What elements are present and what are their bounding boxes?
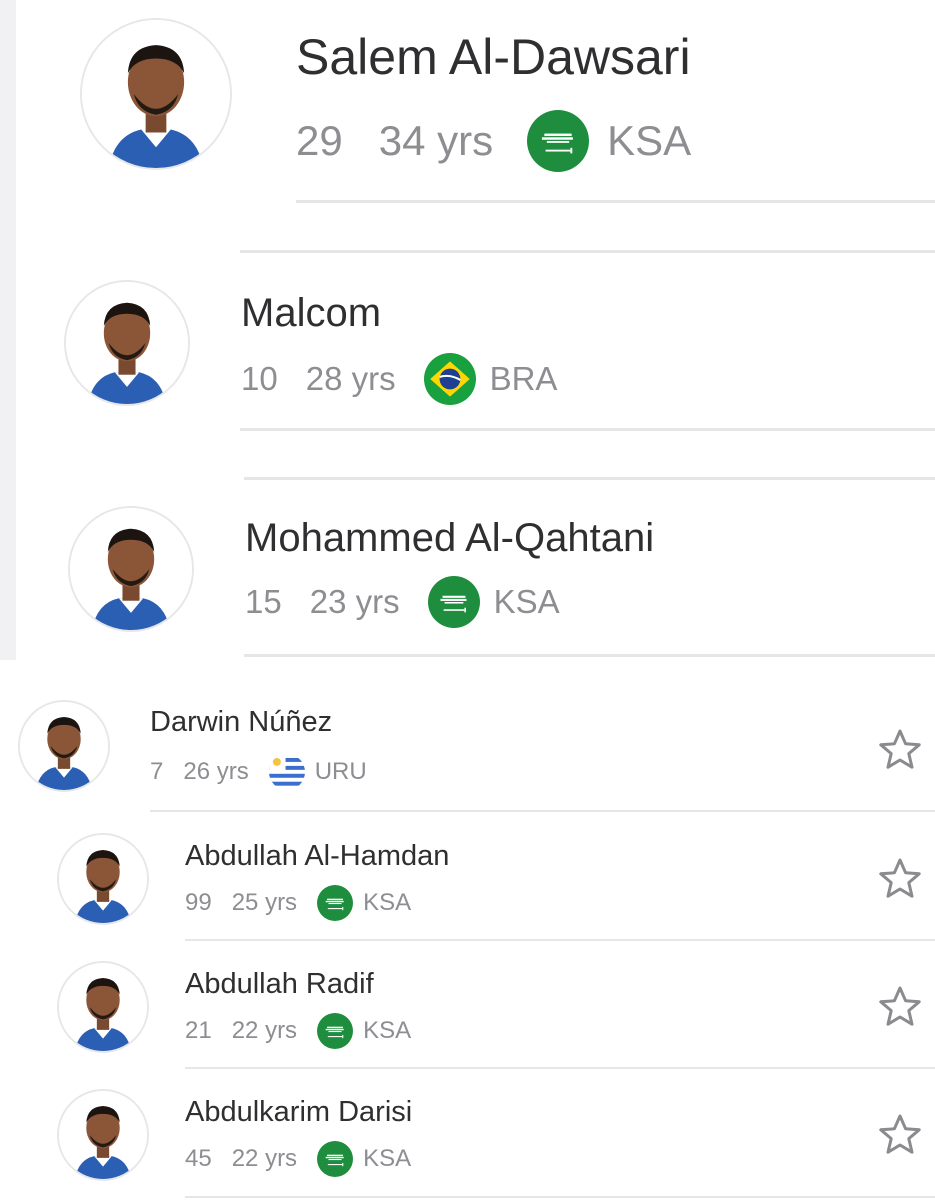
favorite-star-icon[interactable] <box>876 855 924 903</box>
player-meta: 21 22 yrs KSA <box>185 1013 411 1049</box>
uruguay-flag-icon <box>269 754 305 790</box>
player-row[interactable]: Darwin Núñez 7 26 yrs URU <box>0 680 935 810</box>
country-code: KSA <box>363 1145 412 1172</box>
player-row[interactable]: Malcom 10 28 yrs BRA <box>16 253 935 433</box>
country-code: KSA <box>607 117 692 164</box>
saudi-flag-icon <box>317 885 353 921</box>
player-name[interactable]: Darwin Núñez <box>150 706 332 739</box>
shirt-number: 45 <box>185 1145 212 1172</box>
player-meta: 15 23 yrs KSA <box>245 576 560 628</box>
row-divider <box>240 428 935 431</box>
saudi-flag-icon <box>527 110 589 172</box>
row-divider <box>244 654 935 657</box>
player-age: 34 yrs <box>378 117 494 164</box>
brazil-flag-icon <box>424 353 476 405</box>
left-margin-strip <box>0 0 16 660</box>
player-age: 23 yrs <box>309 583 400 620</box>
shirt-number: 21 <box>185 1017 212 1044</box>
player-age: 28 yrs <box>305 360 396 397</box>
saudi-flag-icon <box>317 1141 353 1177</box>
shirt-number: 15 <box>245 583 282 620</box>
shirt-number: 99 <box>185 889 212 916</box>
player-name[interactable]: Malcom <box>241 291 381 336</box>
country-code: BRA <box>489 360 558 397</box>
country-code: KSA <box>363 1017 412 1044</box>
player-meta: 45 22 yrs KSA <box>185 1141 411 1177</box>
player-avatar <box>57 1089 149 1181</box>
player-name[interactable]: Abdullah Al-Hamdan <box>185 840 449 873</box>
player-row[interactable]: Abdullah Radif 21 22 yrs KSA <box>0 941 935 1067</box>
shirt-number: 7 <box>150 758 164 785</box>
shirt-number: 10 <box>241 360 278 397</box>
player-name[interactable]: Salem Al-Dawsari <box>296 28 691 86</box>
player-meta: 29 34 yrs KSA <box>296 110 691 172</box>
player-avatar <box>57 833 149 925</box>
player-age: 25 yrs <box>231 889 298 916</box>
player-row[interactable]: Mohammed Al-Qahtani 15 23 yrs KSA <box>16 480 935 656</box>
player-meta: 7 26 yrs URU <box>150 754 367 790</box>
favorite-star-icon[interactable] <box>876 983 924 1031</box>
row-divider <box>150 810 935 812</box>
player-name[interactable]: Mohammed Al-Qahtani <box>245 516 654 561</box>
player-avatar <box>57 961 149 1053</box>
saudi-flag-icon <box>317 1013 353 1049</box>
country-code: KSA <box>363 889 412 916</box>
player-name[interactable]: Abdullah Radif <box>185 968 374 1001</box>
player-avatar <box>18 700 110 792</box>
row-divider <box>185 1196 935 1198</box>
saudi-flag-icon <box>428 576 480 628</box>
country-code: KSA <box>493 583 560 620</box>
player-age: 22 yrs <box>231 1017 298 1044</box>
favorite-star-icon[interactable] <box>876 1111 924 1159</box>
player-name[interactable]: Abdulkarim Darisi <box>185 1096 412 1129</box>
player-meta: 10 28 yrs BRA <box>241 353 557 405</box>
player-age: 22 yrs <box>231 1145 298 1172</box>
player-avatar <box>68 506 194 632</box>
player-avatar <box>80 18 232 170</box>
player-avatar <box>64 280 190 406</box>
player-row[interactable]: Abdullah Al-Hamdan 99 25 yrs KSA <box>0 813 935 939</box>
favorite-star-icon[interactable] <box>876 726 924 774</box>
player-meta: 99 25 yrs KSA <box>185 885 411 921</box>
country-code: URU <box>314 758 367 785</box>
player-row[interactable]: Salem Al-Dawsari 29 34 yrs KSA <box>16 0 935 205</box>
shirt-number: 29 <box>296 117 343 164</box>
player-age: 26 yrs <box>183 758 249 785</box>
player-row[interactable]: Abdulkarim Darisi 45 22 yrs KSA <box>0 1069 935 1197</box>
row-divider <box>296 200 935 203</box>
